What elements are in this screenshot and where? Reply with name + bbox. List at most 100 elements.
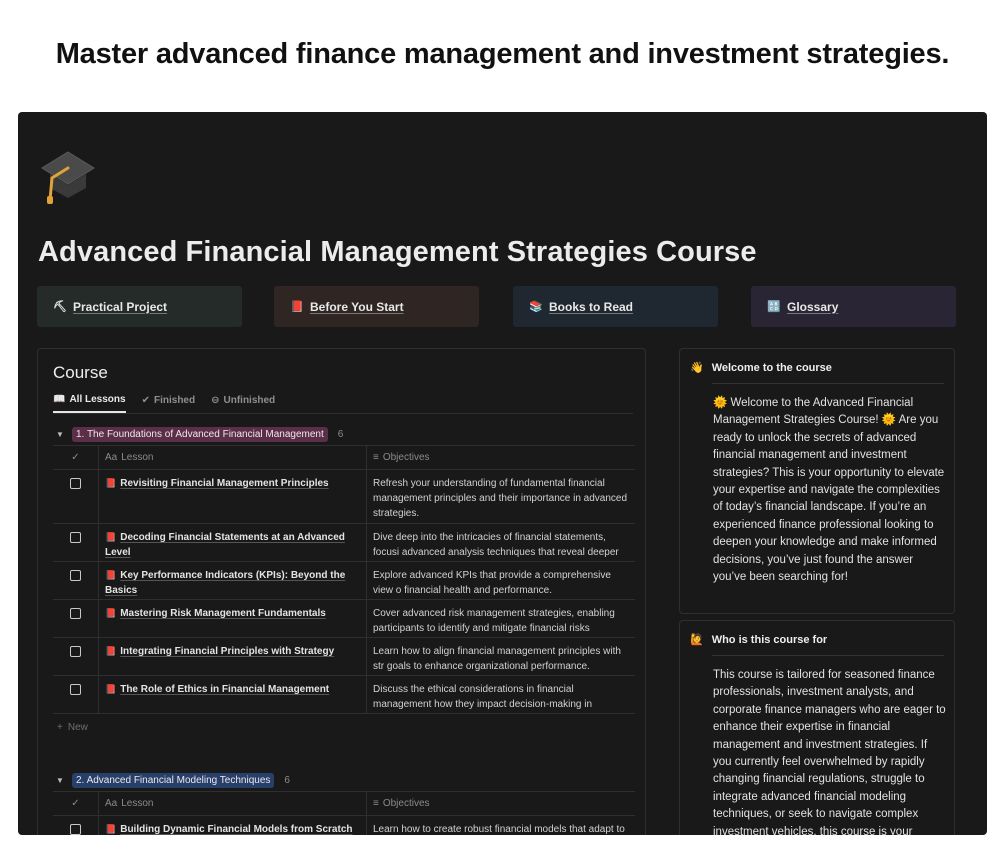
- red-book-icon: 📕: [290, 301, 304, 313]
- notion-page: Advanced Financial Management Strategies…: [18, 112, 987, 835]
- lesson-checkbox[interactable]: [70, 824, 81, 835]
- objective-text: Learn how to create robust financial mod…: [373, 824, 625, 835]
- table-row[interactable]: 📕 Key Performance Indicators (KPIs): Beyo…: [53, 562, 635, 600]
- callout-body: 🌞 Welcome to the Advanced Financial Mana…: [713, 397, 945, 584]
- objective-text: Discuss the ethical considerations in fi…: [373, 684, 592, 710]
- tab-unfinished[interactable]: ⊖ Unfinished: [211, 394, 275, 413]
- lesson-column-header[interactable]: Aa Lesson: [99, 446, 367, 469]
- lesson-checkbox[interactable]: [70, 532, 81, 543]
- lesson-checkbox[interactable]: [70, 684, 81, 695]
- raised-hand-icon: 🙋: [690, 634, 704, 646]
- tab-all-lessons[interactable]: 📖 All Lessons: [53, 394, 126, 413]
- column-label: Objectives: [382, 452, 430, 463]
- lesson-column-header[interactable]: Aa Lesson: [99, 792, 367, 815]
- table-row[interactable]: 📕 Revisiting Financial Management Princip…: [53, 470, 635, 524]
- objectives-column-header[interactable]: ≡ Objectives: [367, 792, 635, 815]
- checkbox-column-header[interactable]: ✓: [53, 792, 99, 815]
- lesson-checkbox[interactable]: [70, 646, 81, 657]
- lesson-title[interactable]: Mastering Risk Management Fundamentals: [120, 608, 326, 619]
- objective-text: Explore advanced KPIs that provide a com…: [373, 570, 611, 596]
- book-icon: 📖: [53, 394, 66, 405]
- minus-circle-icon: ⊖: [211, 395, 220, 406]
- course-database: Course 📖 All Lessons ✔ Finished ⊖ Unfini…: [37, 348, 646, 835]
- lesson-title[interactable]: Integrating Financial Principles with St…: [120, 646, 334, 657]
- lesson-title[interactable]: Decoding Financial Statements at an Adva…: [105, 532, 345, 558]
- lines-icon: ≡: [373, 798, 379, 809]
- objective-text: Dive deep into the intricacies of financ…: [373, 532, 619, 558]
- waving-hand-icon: 👋: [690, 362, 704, 374]
- collapse-triangle-icon[interactable]: ▼: [56, 776, 72, 785]
- table-header: ✓ Aa Lesson ≡ Objectives: [53, 791, 635, 816]
- books-icon: 📚: [529, 301, 543, 313]
- database-title: Course: [53, 363, 108, 382]
- objective-text: Refresh your understanding of fundamenta…: [373, 478, 628, 519]
- welcome-callout: 👋 Welcome to the course 🌞 Welcome to the…: [679, 348, 955, 614]
- book-icon: 📕: [105, 532, 117, 542]
- table-row[interactable]: 📕 Integrating Financial Principles with S…: [53, 638, 635, 676]
- book-icon: 📕: [105, 824, 117, 834]
- audience-callout: 🙋 Who is this course for This course is …: [679, 620, 955, 835]
- table-row[interactable]: 📕 Mastering Risk Management Fundamentals …: [53, 600, 635, 638]
- graduation-cap-icon[interactable]: [38, 148, 98, 208]
- tab-finished[interactable]: ✔ Finished: [142, 394, 196, 413]
- practical-project-link[interactable]: ⛏ Practical Project: [37, 286, 242, 327]
- lesson-checkbox[interactable]: [70, 478, 81, 489]
- group-tag: 1. The Foundations of Advanced Financial…: [72, 427, 328, 442]
- group-header[interactable]: ▼ 2. Advanced Financial Modeling Techniq…: [56, 773, 290, 788]
- page-headline: Master advanced finance management and i…: [55, 38, 950, 70]
- tab-label: Unfinished: [223, 395, 276, 406]
- lesson-title[interactable]: Key Performance Indicators (KPIs): Beyon…: [105, 570, 345, 596]
- callout-body: This course is tailored for seasoned fin…: [713, 669, 946, 835]
- checkbox-column-header[interactable]: ✓: [53, 446, 99, 469]
- new-label: New: [67, 721, 88, 733]
- callout-title: Who is this course for: [711, 633, 828, 646]
- lesson-checkbox[interactable]: [70, 608, 81, 619]
- lesson-table: ✓ Aa Lesson ≡ Objectives 📕 Building Dynam…: [53, 791, 635, 835]
- view-tabs: 📖 All Lessons ✔ Finished ⊖ Unfinished: [53, 394, 275, 413]
- group-count: 6: [284, 775, 290, 786]
- before-you-start-link[interactable]: 📕 Before You Start: [274, 286, 479, 327]
- lesson-title[interactable]: Building Dynamic Financial Models from S…: [120, 824, 352, 835]
- books-to-read-link[interactable]: 📚 Books to Read: [513, 286, 718, 327]
- check-icon: ✓: [71, 798, 80, 809]
- divider: [712, 383, 944, 384]
- column-label: Objectives: [382, 798, 430, 809]
- group-count: 6: [337, 429, 344, 440]
- table-row[interactable]: 📕 Decoding Financial Statements at an Adv…: [53, 524, 635, 562]
- plus-icon: +: [57, 721, 63, 733]
- column-label: Lesson: [121, 798, 154, 809]
- book-icon: 📕: [105, 608, 117, 618]
- callout-label: Glossary: [787, 299, 839, 314]
- tab-label: Finished: [153, 395, 196, 406]
- pickaxe-icon: ⛏: [53, 301, 67, 313]
- glossary-link[interactable]: 🔠 Glossary: [751, 286, 956, 327]
- callout-label: Practical Project: [73, 299, 168, 314]
- text-property-icon: Aa: [105, 798, 118, 809]
- table-header: ✓ Aa Lesson ≡ Objectives: [53, 445, 635, 470]
- lesson-title[interactable]: The Role of Ethics in Financial Manageme…: [120, 684, 329, 695]
- abcd-icon: 🔠: [767, 301, 781, 313]
- callout-heading: 👋 Welcome to the course: [690, 361, 832, 375]
- group-tag: 2. Advanced Financial Modeling Technique…: [72, 773, 275, 788]
- callout-label: Before You Start: [310, 299, 404, 314]
- objective-text: Cover advanced risk management strategie…: [373, 608, 615, 634]
- page-title: Advanced Financial Management Strategies…: [38, 236, 757, 268]
- lesson-table: ✓ Aa Lesson ≡ Objectives 📕 Revisiting Fin…: [53, 445, 635, 740]
- table-row[interactable]: 📕 The Role of Ethics in Financial Managem…: [53, 676, 635, 714]
- check-circle-icon: ✔: [141, 395, 150, 406]
- book-icon: 📕: [105, 684, 117, 694]
- collapse-triangle-icon[interactable]: ▼: [56, 430, 72, 439]
- lesson-checkbox[interactable]: [70, 570, 81, 581]
- lesson-title[interactable]: Revisiting Financial Management Principl…: [120, 478, 328, 489]
- callout-heading: 🙋 Who is this course for: [690, 633, 828, 647]
- objectives-column-header[interactable]: ≡ Objectives: [367, 446, 635, 469]
- divider: [712, 655, 944, 656]
- book-icon: 📕: [105, 646, 117, 656]
- new-row-button[interactable]: + New: [53, 714, 635, 740]
- callout-label: Books to Read: [549, 299, 634, 314]
- text-property-icon: Aa: [105, 452, 118, 463]
- group-header[interactable]: ▼ 1. The Foundations of Advanced Financi…: [56, 427, 343, 442]
- book-icon: 📕: [105, 478, 117, 488]
- table-row[interactable]: 📕 Building Dynamic Financial Models from …: [53, 816, 635, 835]
- tab-label: All Lessons: [69, 394, 126, 405]
